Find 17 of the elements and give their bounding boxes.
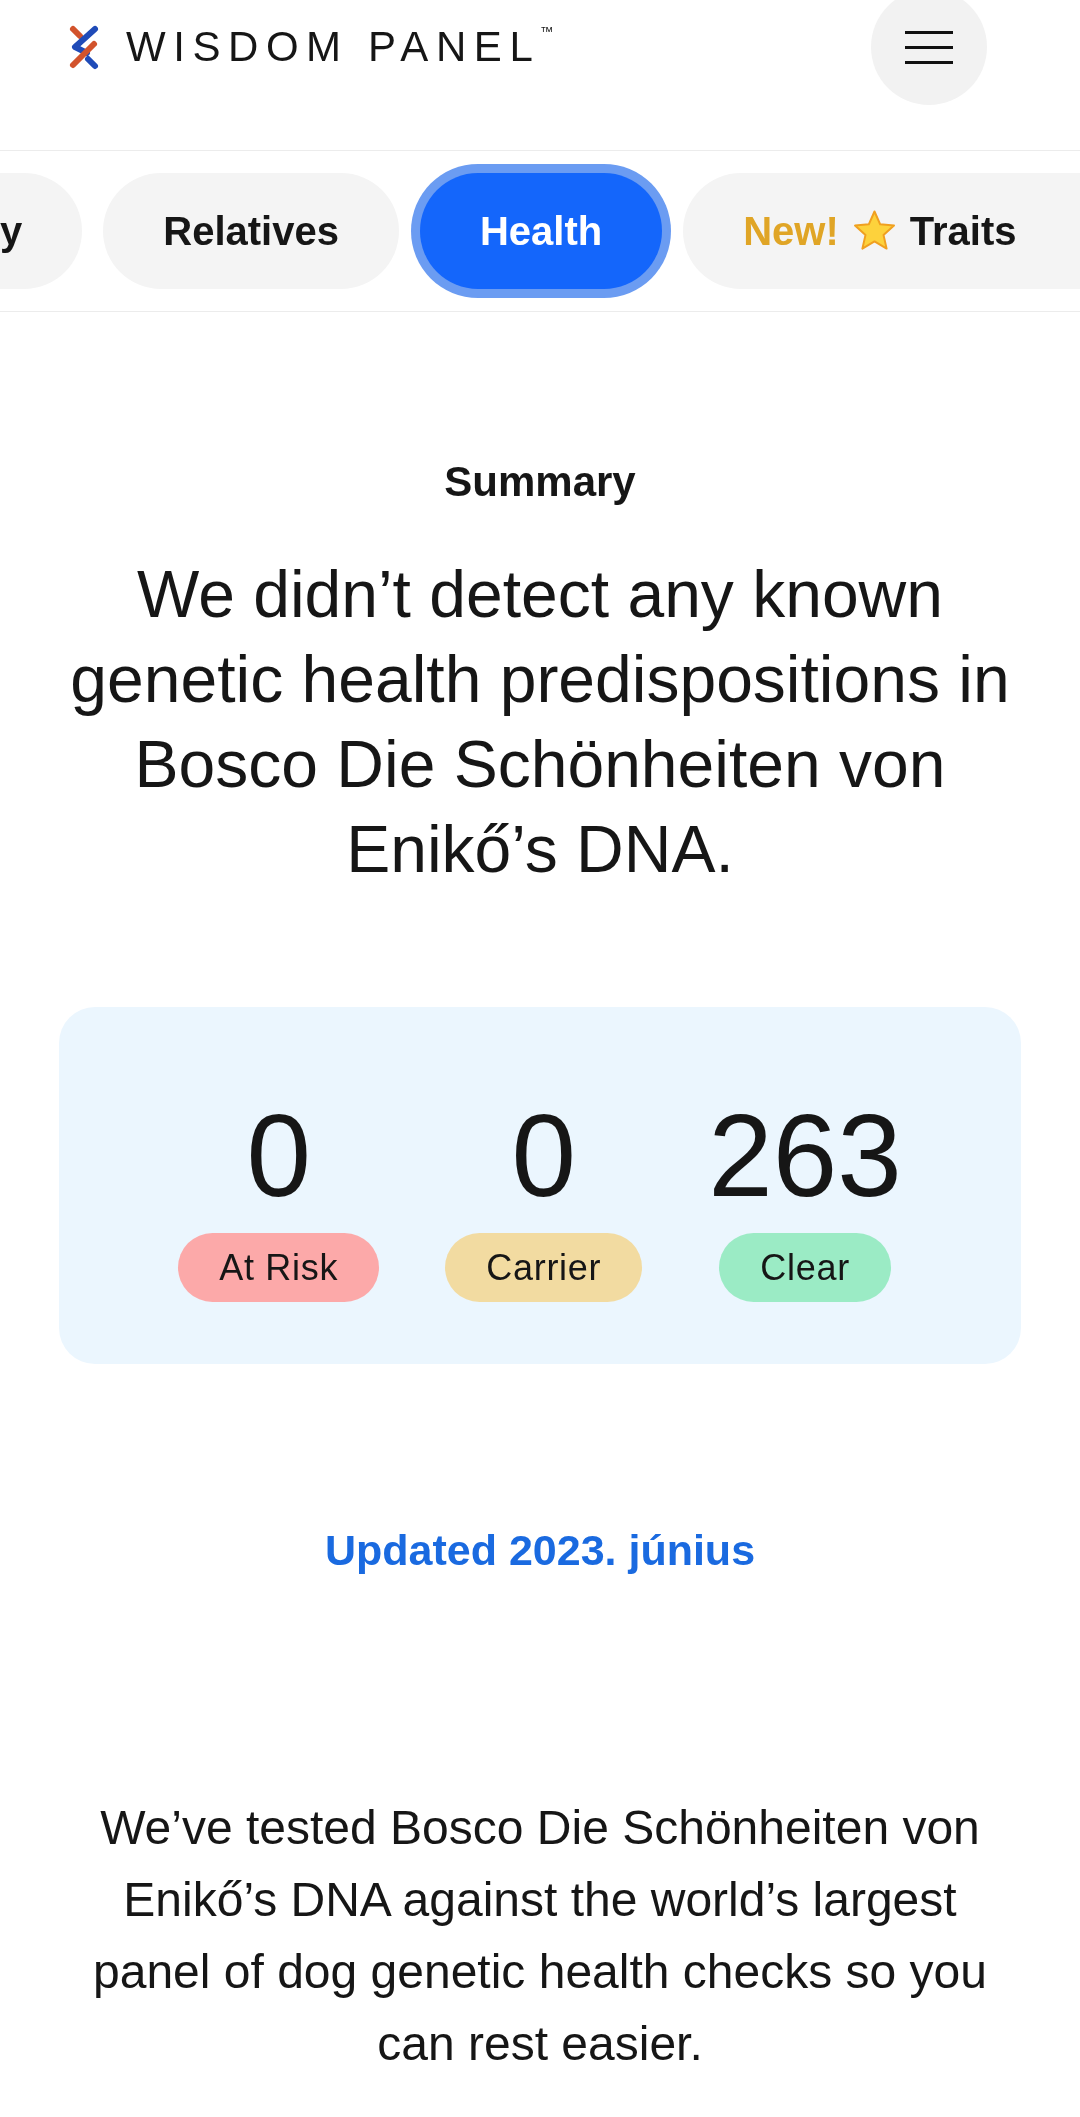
intro-paragraph: We’ve tested Bosco Die Schönheiten von Enikő’s DNA against the world’s largest panel of dog genetic health checks so you can rest easier. <box>92 1800 988 2072</box>
nav-tab[interactable]: New! Traits <box>683 173 1080 289</box>
result-count: 0 <box>511 1098 576 1214</box>
menu-icon <box>905 30 953 64</box>
category-badge: Carrier <box>445 1233 643 1302</box>
category-badge: At Risk <box>178 1233 380 1302</box>
summary-heading: Summary <box>444 458 636 506</box>
result-count: 263 <box>708 1098 902 1214</box>
result-count: 0 <box>246 1098 311 1214</box>
logo-icon <box>67 23 101 71</box>
logo-wordmark: WISDOM PANEL$^{™}$ <box>126 23 554 71</box>
updated-link[interactable]: Updated 2023. június <box>324 1524 756 1576</box>
nav-tab[interactable]: Relatives <box>103 173 399 289</box>
nav-tab[interactable]: y <box>0 173 83 289</box>
summary-headline: We didn’t detect any known genetic health predispositions in Bosco Die Schönheiten von Enikő’s DNA. <box>69 556 1011 888</box>
category-badge: Clear <box>719 1233 891 1302</box>
star-icon <box>852 209 896 253</box>
